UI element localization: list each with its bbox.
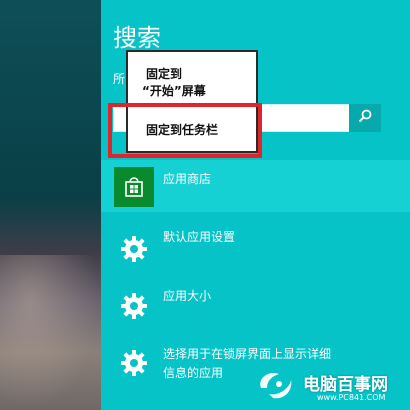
- gear-icon: [114, 403, 154, 410]
- result-label-line1: 选择用于在锁屏界面上显示详细: [163, 347, 332, 361]
- watermark-url: www.PC841.COM: [317, 393, 386, 402]
- watermark-logo-icon: [260, 372, 292, 399]
- result-label: 应用商店: [163, 172, 212, 186]
- result-app-sizes[interactable]: 应用大小: [101, 279, 410, 331]
- result-app-store[interactable]: 应用商店: [101, 160, 410, 212]
- search-button[interactable]: [349, 104, 381, 132]
- charm-title: 搜索: [113, 24, 161, 52]
- menu-pin-start-line1[interactable]: 固定到: [146, 66, 182, 83]
- gear-icon: [114, 229, 154, 269]
- store-icon: [114, 167, 154, 207]
- desktop-wallpaper: [0, 0, 101, 410]
- result-label: 应用大小: [163, 289, 212, 303]
- menu-pin-start-line2[interactable]: “开始”屏幕: [142, 83, 206, 100]
- watermark-brand: 电脑百事网: [303, 375, 388, 395]
- gear-icon: [114, 343, 154, 383]
- gear-icon: [114, 286, 154, 326]
- result-label-line2: 信息的应用: [163, 366, 224, 380]
- search-icon: [357, 108, 373, 128]
- search-scope-label[interactable]: 所: [113, 70, 125, 87]
- watermark: 电脑百事网 www.PC841.COM: [255, 366, 405, 406]
- highlight-box: [108, 103, 262, 158]
- result-default-apps[interactable]: 默认应用设置: [101, 222, 410, 274]
- result-label: 默认应用设置: [163, 230, 236, 244]
